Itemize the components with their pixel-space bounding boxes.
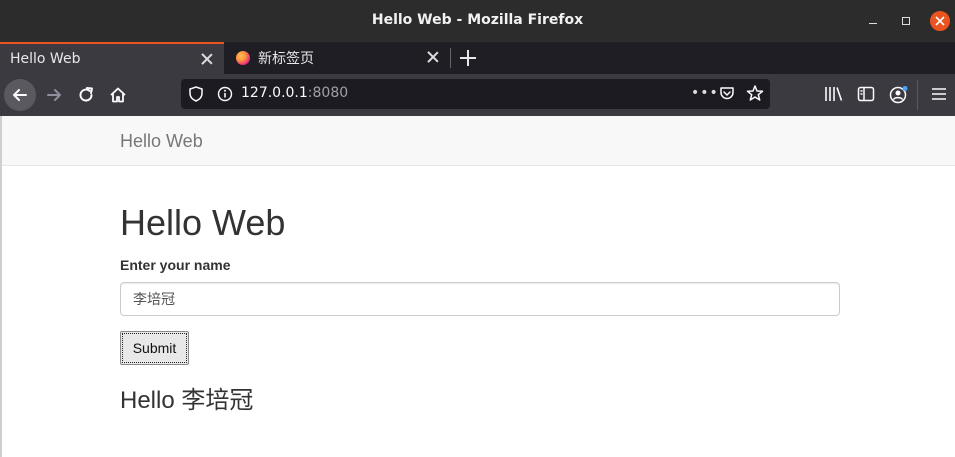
sidebar-icon[interactable] xyxy=(857,85,875,103)
url-port: :8080 xyxy=(307,85,349,101)
reload-button[interactable] xyxy=(70,79,102,111)
toolbar-separator xyxy=(917,80,918,110)
more-actions-icon[interactable]: ••• xyxy=(691,85,719,101)
tab-close-icon[interactable] xyxy=(200,52,214,66)
bookmark-star-icon[interactable] xyxy=(746,84,764,102)
tab-label: 新标签页 xyxy=(258,51,314,67)
tab-label: Hello Web xyxy=(10,51,81,67)
navigation-toolbar: 127.0.0.1:8080 ••• xyxy=(0,74,955,116)
page-border xyxy=(0,116,2,457)
info-icon[interactable] xyxy=(217,86,233,102)
url-bar[interactable]: 127.0.0.1:8080 ••• xyxy=(181,79,770,109)
arrow-left-icon xyxy=(13,89,27,101)
home-button[interactable] xyxy=(102,79,134,111)
navbar-brand[interactable]: Hello Web xyxy=(120,131,203,152)
url-host: 127.0.0.1 xyxy=(241,85,308,101)
tab-new-tab[interactable]: 新标签页 xyxy=(226,42,450,74)
submit-button[interactable]: Submit xyxy=(120,331,189,365)
arrow-right-icon xyxy=(47,89,61,101)
name-field-label: Enter your name xyxy=(120,257,231,273)
window-title: Hello Web - Mozilla Firefox xyxy=(371,12,584,28)
forward-button[interactable] xyxy=(38,79,70,111)
account-icon[interactable] xyxy=(889,85,909,105)
shield-icon[interactable] xyxy=(189,86,203,102)
page-viewport: Hello Web Hello Web Enter your name Subm… xyxy=(0,116,955,457)
tab-close-icon[interactable] xyxy=(426,50,440,64)
pocket-icon[interactable] xyxy=(719,85,735,101)
greeting-text: Hello 李培冠 xyxy=(120,387,254,414)
site-navbar: Hello Web xyxy=(2,116,955,166)
reload-icon xyxy=(79,87,93,102)
tab-separator xyxy=(450,48,451,68)
url-text[interactable]: 127.0.0.1:8080 xyxy=(241,85,348,101)
tab-hello-web[interactable]: Hello Web xyxy=(0,42,224,74)
close-icon xyxy=(935,16,945,26)
hamburger-menu-icon[interactable] xyxy=(930,85,948,103)
minimize-button[interactable] xyxy=(864,11,884,31)
page-heading: Hello Web xyxy=(120,202,286,243)
close-window-button[interactable] xyxy=(930,11,950,31)
firefox-icon xyxy=(236,51,250,65)
maximize-button[interactable] xyxy=(896,11,916,31)
name-input[interactable] xyxy=(120,282,840,316)
home-icon xyxy=(110,87,126,103)
new-tab-button[interactable] xyxy=(456,46,480,70)
tab-strip: Hello Web 新标签页 xyxy=(0,42,955,74)
library-icon[interactable] xyxy=(824,85,844,103)
window-titlebar: Hello Web - Mozilla Firefox xyxy=(0,0,955,42)
back-button[interactable] xyxy=(4,79,36,111)
